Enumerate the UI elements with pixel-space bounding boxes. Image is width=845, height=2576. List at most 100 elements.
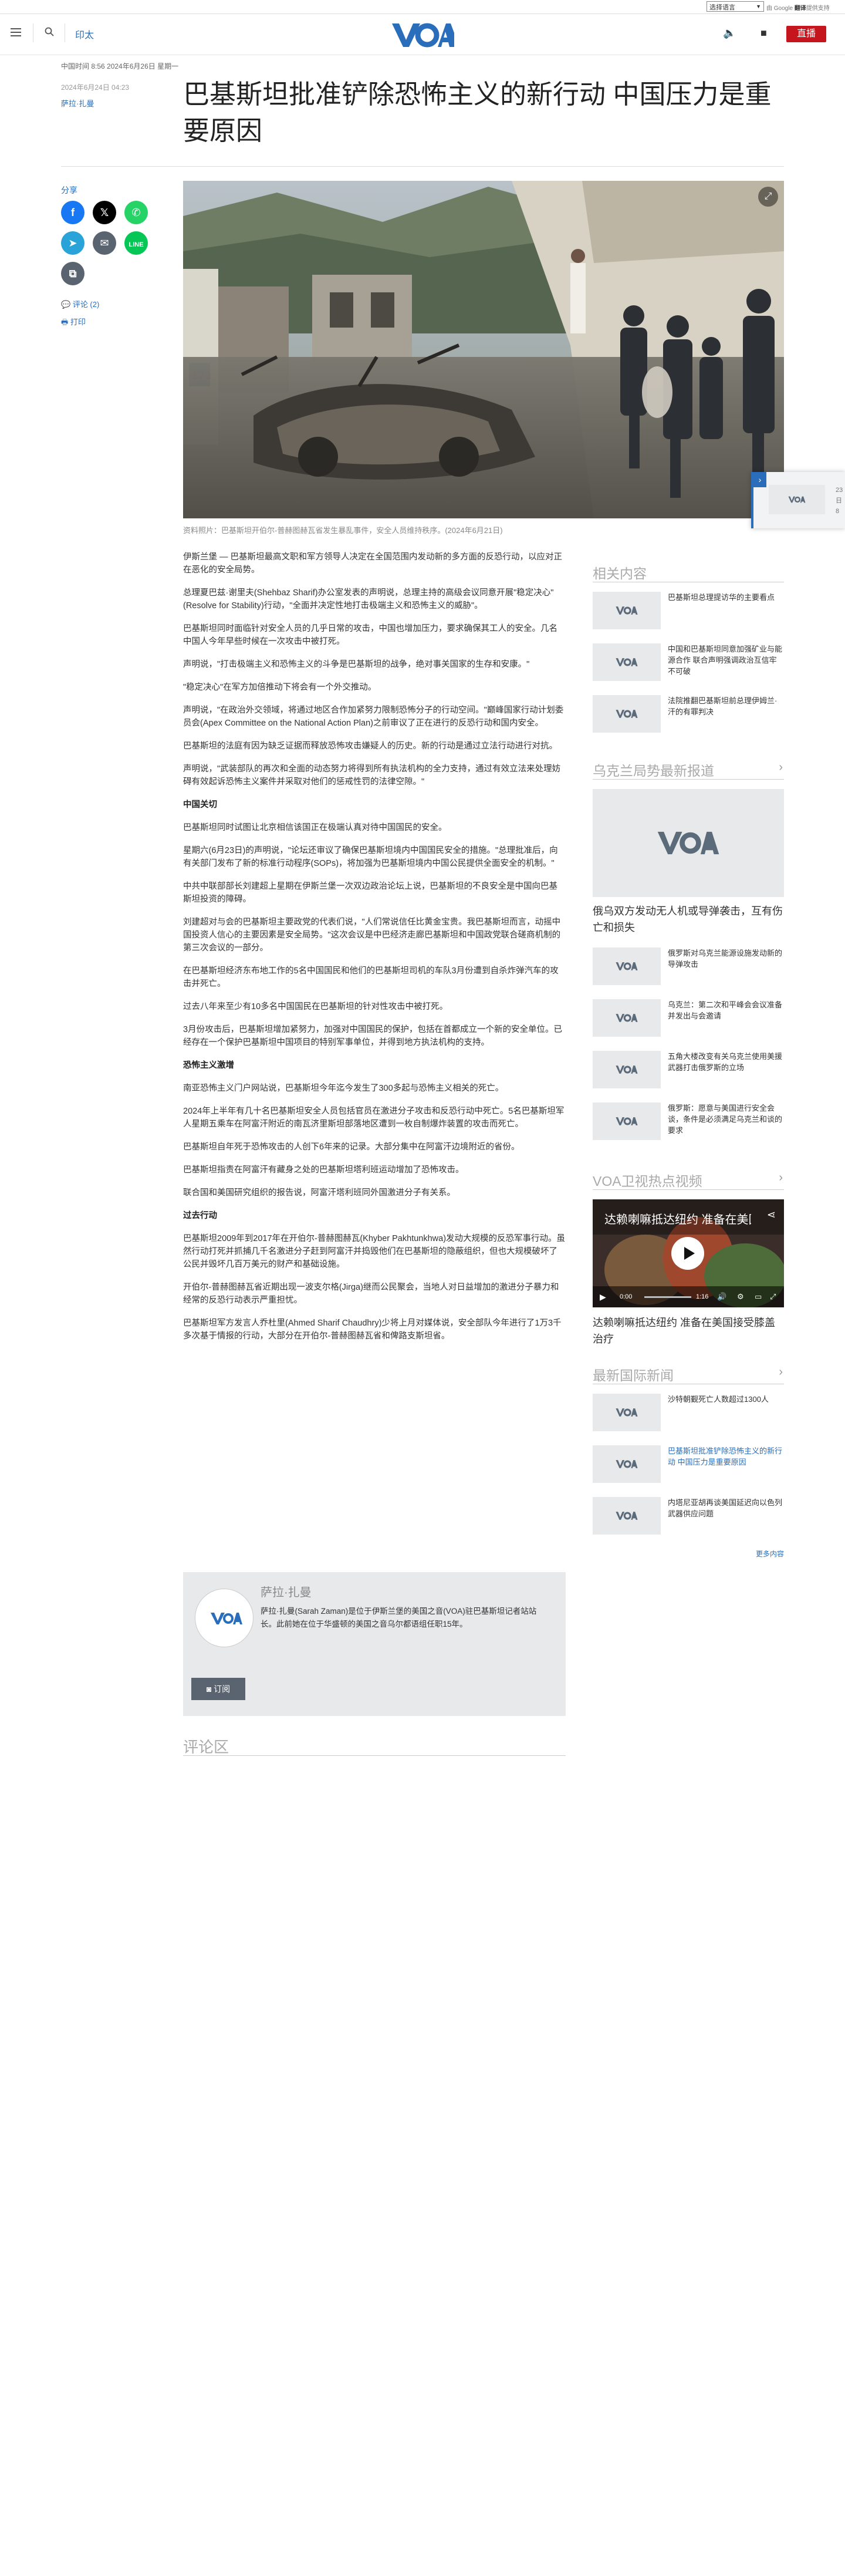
subscribe-button[interactable]: ◙ 订阅 bbox=[191, 1678, 245, 1700]
audio-icon[interactable]: 🔈 bbox=[723, 27, 736, 39]
more-content-link[interactable]: 更多内容 bbox=[593, 1549, 784, 1559]
rail-item-headline[interactable]: 法院推翻巴基斯坦前总理伊姆兰·汗的有罪判决 bbox=[668, 695, 783, 717]
facebook-share-button[interactable]: f bbox=[61, 201, 84, 224]
article-paragraph: 总理夏巴兹·谢里夫(Shehbaz Sharif)办公室发表的声明说，总理主持的… bbox=[183, 588, 554, 611]
video-headline[interactable]: 达赖喇嘛抵达纽约 准备在美国接受膝盖治疗 bbox=[593, 1314, 784, 1347]
rail-thumbnail bbox=[593, 592, 661, 629]
live-button[interactable]: 直播 bbox=[786, 26, 826, 42]
article-paragraph: 在巴基斯坦经济东布地工作的5名中国国民和他们的巴基斯坦司机的车队3月份遭到自杀炸… bbox=[183, 966, 559, 989]
article-paragraph: "稳定决心"在军方加倍推动下将会有一个外交推动。 bbox=[183, 683, 377, 692]
section-heading: 过去行动 bbox=[183, 1211, 217, 1220]
publish-date: 2024年6月24日 04:23 bbox=[61, 83, 130, 92]
rail-item[interactable]: 巴基斯坦总理提访华的主要看点 bbox=[593, 592, 784, 634]
rail-thumbnail bbox=[593, 948, 661, 985]
rail-item-headline[interactable]: 巴基斯坦总理提访华的主要看点 bbox=[668, 592, 783, 603]
article-paragraph: 3月份攻击后，巴基斯坦增加紧努力，加强对中国国民的保护，包括在首都成立一个新的安… bbox=[183, 1025, 563, 1047]
video-section-title[interactable]: VOA卫视热点视频 › bbox=[593, 1170, 784, 1190]
article-paragraph: 巴基斯坦军方发言人乔杜里(Ahmed Sharif Chaudhry)少将上月对… bbox=[183, 1319, 562, 1341]
article-paragraph: 巴基斯坦指责在阿富汗有藏身之处的巴基斯坦塔利班运动增加了恐怖攻击。 bbox=[183, 1165, 464, 1175]
rail-item[interactable]: 乌克兰：第二次和平峰会会议准备并发出与会邀请 bbox=[593, 999, 784, 1041]
author-name[interactable]: 萨拉·扎曼 bbox=[261, 1583, 312, 1600]
search-icon[interactable] bbox=[45, 27, 54, 36]
share-icon[interactable]: ⋖ bbox=[767, 1209, 776, 1221]
floating-video-card[interactable]: › 23日 8 bbox=[751, 472, 845, 528]
article-paragraph: 伊斯兰堡 — 巴基斯坦最高文职和军方领导人决定在全国范围内发动新的多方面的反恐行… bbox=[183, 552, 563, 575]
voa-logo-icon bbox=[616, 658, 638, 666]
comments-link[interactable]: 💬 评论 (2) bbox=[61, 298, 99, 309]
article-paragraph: 中共中联部部长刘建超上星期在伊斯兰堡一次双边政治论坛上说，巴基斯坦的不良安全是中… bbox=[183, 882, 557, 904]
telegram-share-button[interactable]: ➤ bbox=[61, 231, 84, 255]
rail-item[interactable]: 巴基斯坦批准铲除恐怖主义的新行动 中国压力是重要原因 bbox=[593, 1445, 784, 1488]
expand-icon[interactable]: ⤢ bbox=[758, 187, 778, 207]
video-section: VOA卫视热点视频› 达赖喇嘛抵达纽约 准备在美国接受膝盖治疗 ⋖ ▶ 0:00… bbox=[593, 1170, 784, 1359]
rail-item[interactable]: 内塔尼亚胡再谈美国延迟向以色列武器供应问题 bbox=[593, 1497, 784, 1539]
latest-news-title[interactable]: 最新国际新闻 › bbox=[593, 1364, 784, 1384]
floating-thumbnail bbox=[769, 485, 825, 514]
rail-item-headline[interactable]: 中国和巴基斯坦同意加强矿业与能源合作 联合声明强调政治互信牢不可破 bbox=[668, 643, 783, 677]
translate-link[interactable]: 翻译 bbox=[795, 5, 806, 12]
arrow-right-icon[interactable]: › bbox=[753, 472, 766, 487]
rail-item[interactable]: 俄罗斯对乌克兰能源设施发动新的导弹攻击 bbox=[593, 948, 784, 990]
email-share-button[interactable]: ✉ bbox=[93, 231, 116, 255]
chevron-down-icon: ▼ bbox=[756, 4, 761, 9]
share-label: 分享 bbox=[61, 186, 77, 195]
settings-icon[interactable]: ⚙ bbox=[737, 1292, 744, 1302]
rail-item[interactable]: 五角大楼改变有关乌克兰使用美援武器打击俄罗斯的立场 bbox=[593, 1051, 784, 1093]
rail-item[interactable]: 法院推翻巴基斯坦前总理伊姆兰·汗的有罪判决 bbox=[593, 695, 784, 737]
photo-caption: 资料照片：巴基斯坦开伯尔-普赫图赫瓦省发生暴乱事件，安全人员维持秩序。(2024… bbox=[183, 526, 503, 535]
ukraine-title[interactable]: 乌克兰局势最新报道 › bbox=[593, 760, 784, 780]
language-select[interactable]: 选择语言 ▼ bbox=[707, 1, 764, 12]
dateline: 中国时间 8:56 2024年6月26日 星期一 bbox=[61, 62, 179, 70]
comments-section-title: 评论区 bbox=[183, 1738, 229, 1756]
rail-item[interactable]: 俄罗斯：愿意与美国进行安全会谈，条件是必须满足乌克兰和谈的要求 bbox=[593, 1102, 784, 1145]
video-camera-icon[interactable]: ■ bbox=[760, 27, 767, 39]
article-paragraph: 星期六(6月23日)的声明说，"论坛还审议了确保巴基斯坦境内中国国民安全的措施。… bbox=[183, 846, 558, 868]
play-small-icon[interactable]: ▶ bbox=[600, 1292, 606, 1302]
line-share-button[interactable]: LINE bbox=[124, 231, 148, 255]
facebook-icon: f bbox=[71, 207, 75, 218]
article-paragraph: 南亚恐怖主义门户网站说，巴基斯坦今年迄今发生了300多起与恐怖主义相关的死亡。 bbox=[183, 1084, 504, 1093]
x-share-button[interactable]: 𝕏 bbox=[93, 201, 116, 224]
author-link[interactable]: 萨拉·扎曼 bbox=[61, 97, 94, 109]
section-heading: 中国关切 bbox=[183, 800, 217, 810]
author-bio: 萨拉·扎曼 萨拉·扎曼(Sarah Zaman)是位于伊斯兰堡的美国之音(VOA… bbox=[183, 1572, 566, 1716]
related-title: 相关内容 bbox=[593, 562, 784, 582]
divider bbox=[183, 1755, 566, 1756]
voa-logo-icon bbox=[616, 710, 638, 718]
rail-item-headline[interactable]: 内塔尼亚胡再谈美国延迟向以色列武器供应问题 bbox=[668, 1497, 783, 1519]
ukraine-lead-headline[interactable]: 俄乌双方发动无人机或导弹袭击，互有伤亡和损失 bbox=[593, 903, 784, 936]
progress-bar[interactable] bbox=[644, 1296, 691, 1298]
copy-link-button[interactable]: ⧉ bbox=[61, 262, 84, 285]
rail-item-headline[interactable]: 巴基斯坦批准铲除恐怖主义的新行动 中国压力是重要原因 bbox=[668, 1445, 783, 1468]
rail-item-headline[interactable]: 俄罗斯对乌克兰能源设施发动新的导弹攻击 bbox=[668, 948, 783, 970]
rail-thumbnail bbox=[593, 695, 661, 733]
rail-thumbnail bbox=[593, 1102, 661, 1140]
rail-item-headline[interactable]: 沙特朝觐死亡人数超过1300人 bbox=[668, 1394, 783, 1405]
rail-item[interactable]: 中国和巴基斯坦同意加强矿业与能源合作 联合声明强调政治互信牢不可破 bbox=[593, 643, 784, 686]
rail-item-headline[interactable]: 乌克兰：第二次和平峰会会议准备并发出与会邀请 bbox=[668, 999, 783, 1021]
volume-icon[interactable]: 🔊 bbox=[717, 1292, 726, 1302]
x-icon: 𝕏 bbox=[100, 207, 109, 218]
floating-text: 23日 8 bbox=[836, 487, 843, 515]
rail-item-headline[interactable]: 俄罗斯：愿意与美国进行安全会谈，条件是必须满足乌克兰和谈的要求 bbox=[668, 1102, 783, 1136]
fullscreen-icon[interactable]: ⤢ bbox=[770, 1292, 776, 1302]
menu-icon[interactable] bbox=[11, 28, 21, 36]
print-link[interactable]: 🖶 打印 bbox=[61, 316, 86, 330]
ukraine-lead-thumbnail[interactable] bbox=[593, 789, 784, 897]
region-link[interactable]: 印太 bbox=[75, 27, 94, 41]
article-paragraph: 声明说，"在政治外交领域，将通过地区合作加紧努力限制恐怖分子的行动空间。"巅峰国… bbox=[183, 706, 564, 728]
article-paragraph: 过去八年来至少有10多名中国国民在巴基斯坦的针对性攻击中被打死。 bbox=[183, 1002, 448, 1011]
comment-icon: 💬 bbox=[61, 300, 73, 309]
rail-thumbnail bbox=[593, 643, 661, 681]
rail-item[interactable]: 沙特朝觐死亡人数超过1300人 bbox=[593, 1394, 784, 1436]
copy-icon: ⧉ bbox=[69, 268, 77, 279]
google-translate-credit: 由 Google 翻译提供支持 bbox=[766, 5, 830, 12]
video-duration: 1:16 bbox=[696, 1293, 709, 1300]
rail-item-headline[interactable]: 五角大楼改变有关乌克兰使用美援武器打击俄罗斯的立场 bbox=[668, 1051, 783, 1073]
voa-logo[interactable] bbox=[391, 21, 454, 49]
play-icon[interactable] bbox=[671, 1237, 704, 1270]
video-player[interactable]: 达赖喇嘛抵达纽约 准备在美国接受膝盖治疗 ⋖ ▶ 0:00 1:16 🔊 ⚙ ▭… bbox=[593, 1199, 784, 1307]
pip-icon[interactable]: ▭ bbox=[755, 1292, 762, 1302]
chevron-right-icon: › bbox=[779, 1365, 783, 1378]
whatsapp-share-button[interactable]: ✆ bbox=[124, 201, 148, 224]
